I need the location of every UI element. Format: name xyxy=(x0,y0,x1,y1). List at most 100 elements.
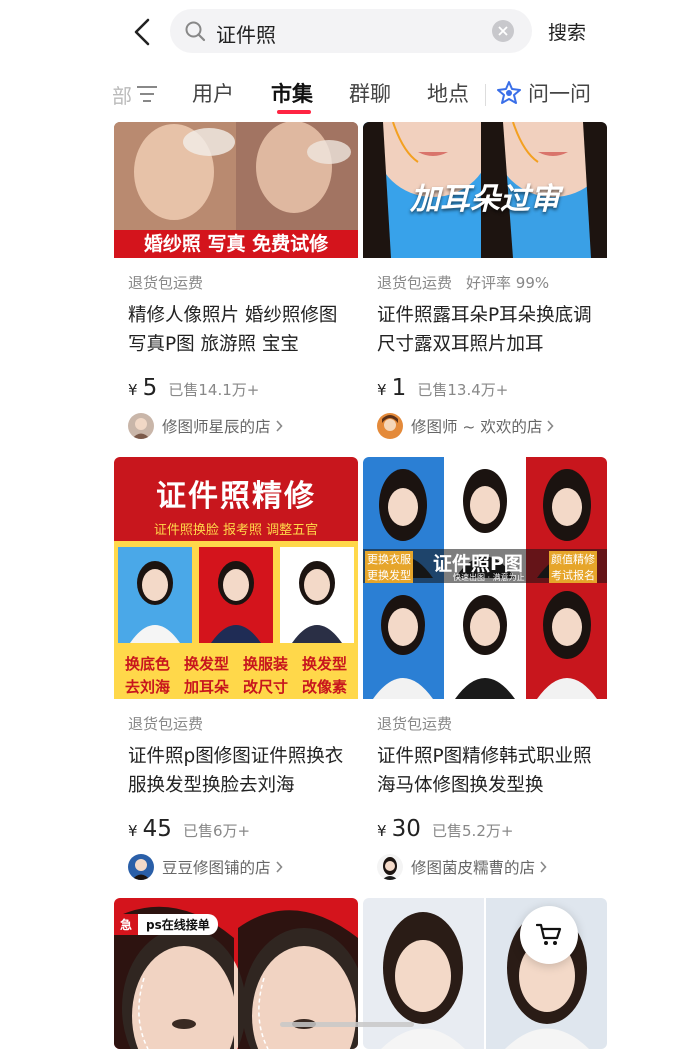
price-row: ¥ 45 已售6万+ xyxy=(128,816,348,842)
chevron-right-icon xyxy=(275,420,283,432)
product-image[interactable]: 证件照精修 证件照换脸 报考照 调整五官 换底色 换发型 换服装 换发型 去刘海… xyxy=(114,457,358,699)
sold-count: 已售5.2万+ xyxy=(432,822,514,840)
image-banner-title: 证件照精修 xyxy=(156,479,316,514)
price: 1 xyxy=(391,375,407,401)
shop-avatar xyxy=(377,854,403,880)
cart-button[interactable] xyxy=(520,906,578,964)
product-feed: 婚纱照 写真 免费试修 退货包运费 精修人像照片 婚纱照修图 写真P图 旅游照 … xyxy=(0,122,693,1049)
search-results-page: 证件照 搜索 部 用户 市集 群聊 地点 问一问 婚纱照 写真 免费试修 退货包… xyxy=(0,0,693,1049)
shop-avatar xyxy=(377,413,403,439)
search-submit-button[interactable]: 搜索 xyxy=(548,18,586,45)
product-meta: 退货包运费 精修人像照片 婚纱照修图 写真P图 旅游照 宝宝 ¥ 5 已售14.… xyxy=(128,272,348,439)
back-arrow-icon xyxy=(134,18,150,46)
tag-free-return: 退货包运费 xyxy=(377,274,453,292)
price-row: ¥ 1 已售13.4万+ xyxy=(377,375,597,401)
product-image[interactable]: 更换衣服 更换发型 证件照P图 快速出图 · 满意为止 颜值精修 考试报名 xyxy=(363,457,607,699)
image-banner-strip: 更换衣服 更换发型 证件照P图 快速出图 · 满意为止 颜值精修 考试报名 xyxy=(363,549,607,583)
close-icon xyxy=(498,26,508,36)
image-feature-labels: 换底色 换发型 换服装 换发型 去刘海 加耳朵 改尺寸 改像素 xyxy=(118,653,354,697)
chevron-right-icon xyxy=(275,861,283,873)
feature-label: 改尺寸 xyxy=(242,678,288,696)
product-image[interactable]: 加耳朵过审 xyxy=(363,122,607,258)
tab-divider xyxy=(485,84,486,106)
urgent-badge-text: ps在线接单 xyxy=(138,914,218,935)
product-title[interactable]: 证件照P图精修韩式职业照海马体修图换发型换 xyxy=(377,742,597,800)
top-bar: 证件照 搜索 xyxy=(0,0,693,64)
shop-link[interactable]: 修图师星辰的店 xyxy=(128,413,348,439)
shop-name: 豆豆修图铺的店 xyxy=(162,859,271,877)
product-card[interactable]: 加耳朵过审 退货包运费 好评率 99% 证件照露耳朵P耳朵换底调尺寸露双耳照片加耳… xyxy=(363,122,607,446)
product-title[interactable]: 精修人像照片 婚纱照修图 写真P图 旅游照 宝宝 xyxy=(128,301,348,359)
filter-icon[interactable] xyxy=(136,84,158,104)
shop-name: 修图菌皮糯曹的店 xyxy=(411,859,536,877)
id-photos-image xyxy=(118,547,354,643)
tag-free-return: 退货包运费 xyxy=(377,715,453,733)
shop-link[interactable]: 修图菌皮糯曹的店 xyxy=(377,854,597,880)
shop-link[interactable]: 修图师 ~ 欢欢的店 xyxy=(377,413,597,439)
feature-label: 换发型 xyxy=(183,655,229,673)
currency-symbol: ¥ xyxy=(128,381,138,399)
image-banner-subtitle: 快速出图 · 满意为止 xyxy=(453,573,525,582)
tag-free-return: 退货包运费 xyxy=(128,274,204,292)
urgent-badge-icon: 急 xyxy=(114,914,139,935)
feature-label: 换发型 xyxy=(301,655,347,673)
back-button[interactable] xyxy=(126,14,158,50)
product-tags: 退货包运费 xyxy=(128,713,348,734)
feature-label: 更换发型 xyxy=(365,567,413,583)
feature-label: 考试报名 xyxy=(549,567,597,583)
tab-market[interactable]: 市集 xyxy=(271,78,313,108)
price: 5 xyxy=(142,375,158,401)
search-input[interactable]: 证件照 xyxy=(170,9,532,53)
image-banner-text: 婚纱照 写真 免费试修 xyxy=(143,233,329,255)
shop-name: 修图师星辰的店 xyxy=(162,418,271,436)
result-tabs: 部 用户 市集 群聊 地点 问一问 xyxy=(0,70,693,120)
shop-avatar xyxy=(128,854,154,880)
tab-places[interactable]: 地点 xyxy=(427,78,469,108)
price-row: ¥ 5 已售14.1万+ xyxy=(128,375,348,401)
price: 45 xyxy=(142,816,172,842)
product-title[interactable]: 证件照p图修图证件照换衣服换发型换脸去刘海 xyxy=(128,742,348,800)
product-card[interactable]: 更换衣服 更换发型 证件照P图 快速出图 · 满意为止 颜值精修 考试报名 退货… xyxy=(363,457,607,885)
active-tab-indicator xyxy=(277,110,311,114)
feature-label: 换底色 xyxy=(124,655,170,673)
sold-count: 已售13.4万+ xyxy=(417,381,509,399)
tab-partial[interactable]: 部 xyxy=(112,80,132,109)
feature-label: 加耳朵 xyxy=(183,678,229,696)
product-card[interactable]: 婚纱照 写真 免费试修 退货包运费 精修人像照片 婚纱照修图 写真P图 旅游照 … xyxy=(114,122,358,446)
product-meta: 退货包运费 证件照p图修图证件照换衣服换发型换脸去刘海 ¥ 45 已售6万+ 豆… xyxy=(128,713,348,880)
product-image[interactable]: 婚纱照 写真 免费试修 xyxy=(114,122,358,258)
product-tags: 退货包运费 好评率 99% xyxy=(377,272,597,293)
product-card[interactable]: 证件照精修 证件照换脸 报考照 调整五官 换底色 换发型 换服装 换发型 去刘海… xyxy=(114,457,358,885)
sold-count: 已售14.1万+ xyxy=(168,381,260,399)
search-icon xyxy=(185,21,206,42)
tab-ask[interactable]: 问一问 xyxy=(528,78,591,108)
feature-label: 换服装 xyxy=(242,655,288,673)
feature-label: 颜值精修 xyxy=(549,551,597,567)
product-title[interactable]: 证件照露耳朵P耳朵换底调尺寸露双耳照片加耳 xyxy=(377,301,597,359)
feature-label: 改像素 xyxy=(301,678,347,696)
search-query: 证件照 xyxy=(216,23,276,47)
price: 30 xyxy=(391,816,421,842)
price-row: ¥ 30 已售5.2万+ xyxy=(377,816,597,842)
product-tags: 退货包运费 xyxy=(377,713,597,734)
tag-rating: 好评率 99% xyxy=(466,274,550,292)
sold-count: 已售6万+ xyxy=(183,822,251,840)
clear-search-button[interactable] xyxy=(492,20,514,42)
urgent-badge: 急 ps在线接单 xyxy=(114,914,218,935)
tag-free-return: 退货包运费 xyxy=(128,715,204,733)
currency-symbol: ¥ xyxy=(377,381,387,399)
chevron-right-icon xyxy=(547,420,554,432)
home-indicator xyxy=(280,1022,414,1027)
currency-symbol: ¥ xyxy=(128,822,138,840)
tab-group-chats[interactable]: 群聊 xyxy=(349,78,391,108)
ask-ai-icon[interactable] xyxy=(496,80,522,106)
product-meta: 退货包运费 好评率 99% 证件照露耳朵P耳朵换底调尺寸露双耳照片加耳 ¥ 1 已… xyxy=(377,272,597,439)
feature-label: 更换衣服 xyxy=(365,551,413,567)
tab-users[interactable]: 用户 xyxy=(192,78,234,108)
currency-symbol: ¥ xyxy=(377,822,387,840)
product-meta: 退货包运费 证件照P图精修韩式职业照海马体修图换发型换 ¥ 30 已售5.2万+… xyxy=(377,713,597,880)
feature-label: 去刘海 xyxy=(124,678,170,696)
shop-link[interactable]: 豆豆修图铺的店 xyxy=(128,854,348,880)
image-banner-subtitle: 证件照换脸 报考照 调整五官 xyxy=(153,523,319,538)
shop-name: 修图师 ~ 欢欢的店 xyxy=(411,418,543,436)
